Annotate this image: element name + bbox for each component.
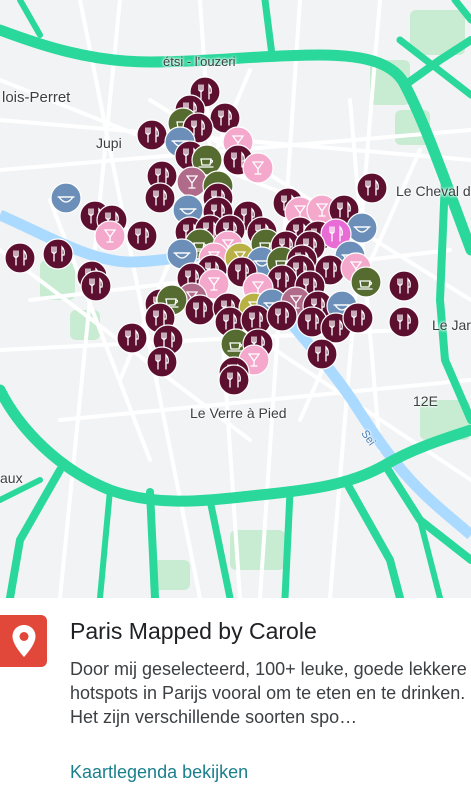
marker-drinks[interactable] bbox=[242, 152, 274, 184]
marker-restaurant[interactable] bbox=[116, 322, 148, 354]
map-label-verre: Le Verre à Pied bbox=[190, 405, 287, 421]
list-title: Paris Mapped by Carole bbox=[70, 618, 317, 644]
list-description: Door mij geselecteerd, 100+ leuke, goede… bbox=[70, 659, 467, 727]
map-label-aux: aux bbox=[0, 470, 23, 486]
marker-restaurant[interactable] bbox=[4, 242, 36, 274]
marker-restaurant[interactable] bbox=[388, 306, 420, 338]
map-label-jupi: Jupi bbox=[96, 135, 122, 151]
map-label-top-street: étsi - l'ouzeri bbox=[163, 54, 236, 69]
map-label-arrondissement: 12E bbox=[413, 393, 438, 409]
marker-restaurant[interactable] bbox=[356, 172, 388, 204]
marker-restaurant[interactable] bbox=[136, 119, 168, 151]
map-label-levallois: lois-Perret bbox=[2, 89, 71, 106]
map-canvas[interactable] bbox=[0, 0, 471, 598]
view-legend-link[interactable]: Kaartlegenda bekijken bbox=[70, 762, 248, 783]
marker-coffee[interactable] bbox=[350, 266, 382, 298]
marker-bakery[interactable] bbox=[50, 182, 82, 214]
marker-restaurant[interactable] bbox=[266, 300, 298, 332]
marker-restaurant[interactable] bbox=[126, 220, 158, 252]
map-pin-icon bbox=[0, 615, 47, 667]
marker-restaurant[interactable] bbox=[218, 364, 250, 396]
marker-restaurant[interactable] bbox=[80, 270, 112, 302]
map-label-cheval: Le Cheval d bbox=[396, 183, 471, 199]
list-info-sheet: Paris Mapped by Carole Door mij geselect… bbox=[0, 598, 471, 800]
marker-restaurant[interactable] bbox=[146, 346, 178, 378]
marker-restaurant[interactable] bbox=[388, 270, 420, 302]
marker-bakery[interactable] bbox=[346, 212, 378, 244]
marker-restaurant[interactable] bbox=[42, 238, 74, 270]
marker-restaurant[interactable] bbox=[342, 302, 374, 334]
map-view[interactable]: étsi - l'ouzeri lois-Perret Jupi Le Chev… bbox=[0, 0, 471, 598]
marker-restaurant[interactable] bbox=[306, 338, 338, 370]
marker-drinks[interactable] bbox=[94, 220, 126, 252]
marker-restaurant[interactable] bbox=[144, 182, 176, 214]
marker-restaurant[interactable] bbox=[184, 294, 216, 326]
map-label-jar: Le Jar bbox=[432, 317, 471, 333]
marker-wine[interactable] bbox=[176, 166, 208, 198]
